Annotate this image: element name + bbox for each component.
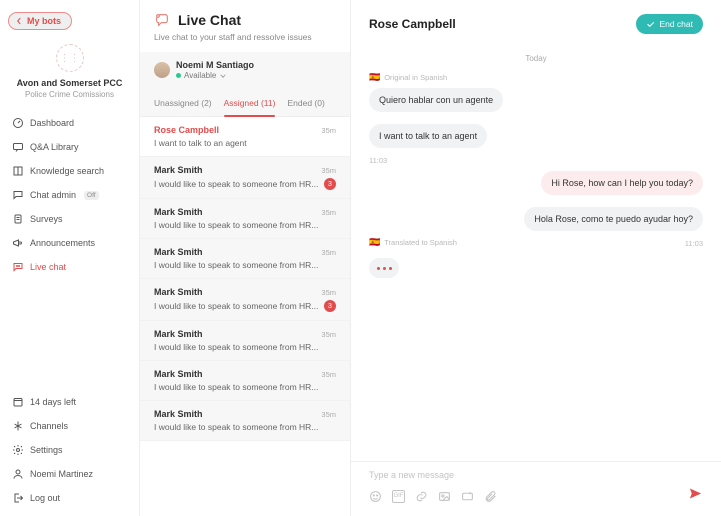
chat-title: Rose Campbell — [369, 17, 456, 31]
org-logo: ⋮⋮ — [56, 44, 84, 72]
sidebar-item-chatadmin[interactable]: Chat admin Off — [8, 185, 131, 205]
unread-badge: 3 — [324, 178, 336, 190]
attach-button[interactable] — [484, 490, 497, 503]
logout-icon — [12, 492, 24, 504]
agent-status[interactable]: Available — [176, 71, 254, 80]
message-outgoing: Hi Rose, how can I help you today? Hola … — [369, 165, 703, 248]
status-dot-icon — [176, 73, 181, 78]
message-bubble: Hi Rose, how can I help you today? — [541, 171, 703, 195]
chevron-left-icon — [15, 17, 23, 25]
typing-dots-icon — [369, 258, 399, 278]
send-button[interactable] — [688, 486, 703, 506]
chat-body[interactable]: Today 🇪🇸 Original in Spanish Quiero habl… — [351, 48, 721, 461]
conversation-list[interactable]: Rose Campbell35m I want to talk to an ag… — [140, 117, 350, 516]
conversation-item[interactable]: Mark Smith35m I would like to speak to s… — [140, 321, 350, 361]
message-bubble: Hola Rose, como te puedo ayudar hoy? — [524, 207, 703, 231]
chevron-down-icon — [219, 72, 227, 80]
message-bubble: I want to talk to an agent — [369, 124, 487, 148]
message-input[interactable] — [369, 470, 703, 480]
sidebar-item-settings[interactable]: Settings — [8, 440, 131, 460]
sidebar-item-trial[interactable]: 14 days left — [8, 392, 131, 412]
clipboard-icon — [12, 213, 24, 225]
page-subtitle: Live chat to your staff and ressolve iss… — [154, 32, 336, 42]
org-block: ⋮⋮ Avon and Somerset PCC Police Crime Co… — [8, 44, 131, 99]
sidebar-item-qalibrary[interactable]: Q&A Library — [8, 137, 131, 157]
message-timestamp: 11:03 — [369, 156, 387, 165]
conversation-column: Live Chat Live chat to your staff and re… — [140, 0, 351, 516]
my-bots-button[interactable]: My bots — [8, 12, 72, 30]
main-nav: Dashboard Q&A Library Knowledge search C… — [8, 113, 131, 277]
conversation-item[interactable]: Mark Smith35m I would like to speak to s… — [140, 157, 350, 199]
sidebar-item-channels[interactable]: Channels — [8, 416, 131, 436]
conversation-item[interactable]: Rose Campbell35m I want to talk to an ag… — [140, 117, 350, 157]
book-icon — [12, 165, 24, 177]
megaphone-icon — [12, 237, 24, 249]
composer-toolbar: GIF — [369, 486, 703, 506]
sidebar-item-surveys[interactable]: Surveys — [8, 209, 131, 229]
link-button[interactable] — [415, 490, 428, 503]
conversation-item[interactable]: Mark Smith35m I would like to speak to s… — [140, 239, 350, 279]
gauge-icon — [12, 117, 24, 129]
image-button[interactable] — [438, 490, 451, 503]
conv-tabs: Unassigned (2) Assigned (11) Ended (0) — [140, 88, 350, 117]
page-title: Live Chat — [178, 12, 241, 28]
chat-header: Rose Campbell End chat — [351, 0, 721, 48]
sidebar-item-user[interactable]: Noemi Martinez — [8, 464, 131, 484]
sidebar-item-logout[interactable]: Log out — [8, 488, 131, 508]
emoji-button[interactable] — [369, 490, 382, 503]
unread-badge: 3 — [324, 300, 336, 312]
tab-assigned[interactable]: Assigned (11) — [224, 92, 276, 116]
flag-icon: 🇪🇸 — [369, 238, 380, 247]
conversation-item[interactable]: Mark Smith35m I would like to speak to s… — [140, 199, 350, 239]
message-incoming: 🇪🇸 Original in Spanish Quiero hablar con… — [369, 73, 703, 165]
org-subtitle: Police Crime Comissions — [8, 90, 131, 99]
conversation-item[interactable]: Mark Smith35m I would like to speak to s… — [140, 279, 350, 321]
message-timestamp: 11:03 — [685, 239, 703, 248]
bottom-nav: 14 days left Channels Settings Noemi Mar… — [8, 392, 131, 508]
livechat-header-icon — [154, 12, 170, 28]
agent-avatar — [154, 62, 170, 78]
sidebar: My bots ⋮⋮ Avon and Somerset PCC Police … — [0, 0, 140, 516]
chat-pane: Rose Campbell End chat Today 🇪🇸 Original… — [351, 0, 721, 516]
card-button[interactable] — [461, 490, 474, 503]
translated-lang-label: 🇪🇸 Translated to Spanish — [369, 238, 457, 247]
livechat-icon — [12, 261, 24, 273]
flag-icon: 🇪🇸 — [369, 73, 380, 82]
agent-bar[interactable]: Noemi M Santiago Available — [140, 52, 350, 88]
channels-icon — [12, 420, 24, 432]
chat-icon — [12, 141, 24, 153]
gif-button[interactable]: GIF — [392, 490, 405, 503]
conversation-item[interactable]: Mark Smith35m I would like to speak to s… — [140, 361, 350, 401]
sidebar-item-livechat[interactable]: Live chat — [8, 257, 131, 277]
calendar-icon — [12, 396, 24, 408]
message-bubble: Quiero hablar con un agente — [369, 88, 503, 112]
user-icon — [12, 468, 24, 480]
chat-admin-icon — [12, 189, 24, 201]
agent-name: Noemi M Santiago — [176, 60, 254, 70]
conv-header: Live Chat Live chat to your staff and re… — [140, 0, 350, 52]
sidebar-item-announcements[interactable]: Announcements — [8, 233, 131, 253]
check-icon — [646, 20, 655, 29]
conversation-item[interactable]: Mark Smith35m I would like to speak to s… — [140, 401, 350, 441]
end-chat-button[interactable]: End chat — [636, 14, 703, 34]
message-composer: GIF — [351, 461, 721, 516]
sidebar-item-knowledge[interactable]: Knowledge search — [8, 161, 131, 181]
typing-indicator — [369, 248, 703, 278]
org-name: Avon and Somerset PCC — [8, 78, 131, 88]
my-bots-label: My bots — [27, 16, 61, 26]
sidebar-item-dashboard[interactable]: Dashboard — [8, 113, 131, 133]
day-separator: Today — [369, 54, 703, 63]
gear-icon — [12, 444, 24, 456]
off-badge: Off — [84, 191, 99, 200]
tab-ended[interactable]: Ended (0) — [287, 92, 324, 116]
tab-unassigned[interactable]: Unassigned (2) — [154, 92, 212, 116]
original-lang-label: 🇪🇸 Original in Spanish — [369, 73, 447, 82]
